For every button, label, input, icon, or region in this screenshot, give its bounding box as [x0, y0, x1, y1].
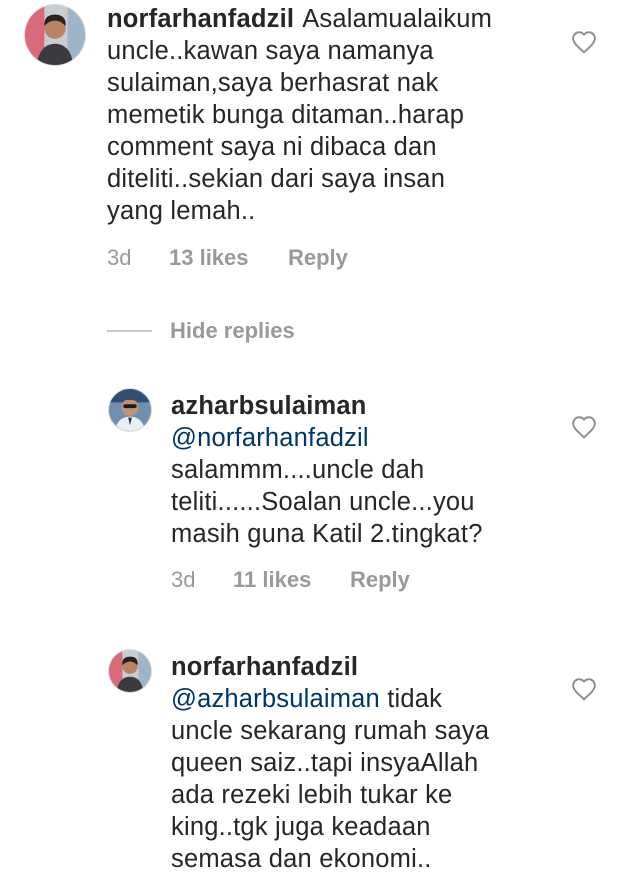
- reply-line: teliti......Soalan uncle...you: [171, 488, 475, 516]
- reply-username[interactable]: azharbsulaiman: [171, 392, 367, 420]
- like-heart-icon[interactable]: [571, 677, 597, 701]
- comment-likes[interactable]: 13 likes: [169, 245, 288, 271]
- reply-line: uncle sekarang rumah saya: [171, 717, 490, 745]
- reply-line: masih guna Katil 2.tingkat?: [171, 520, 483, 548]
- hide-replies-label: Hide replies: [170, 318, 295, 343]
- reply-line: ada rezeki lebih tukar ke: [171, 781, 453, 809]
- reply-likes[interactable]: 11 likes: [233, 567, 350, 593]
- user-photo-icon: [109, 650, 151, 692]
- reply-meta: 3d 11 likes Reply: [171, 567, 410, 593]
- comment-line: diteliti..sekian dari saya insan: [107, 165, 446, 193]
- reply-text: norfarhanfadzil @azharbsulaiman tidak un…: [171, 651, 621, 875]
- comment-username[interactable]: norfarhanfadzil: [107, 5, 294, 33]
- comment-line: yang lemah..: [107, 197, 256, 225]
- avatar[interactable]: [108, 649, 152, 693]
- user-photo-icon: [109, 389, 151, 431]
- reply-text: azharbsulaiman @norfarhanfadzil salammm.…: [171, 390, 621, 550]
- comment-line: sulaiman,saya berhasrat nak: [107, 69, 439, 97]
- like-heart-icon[interactable]: [571, 415, 597, 439]
- avatar[interactable]: [108, 388, 152, 432]
- comment-meta: 3d 13 likes Reply: [107, 245, 348, 271]
- comment-line: comment saya ni dibaca dan: [107, 133, 437, 161]
- mention-link[interactable]: @norfarhanfadzil: [171, 424, 369, 452]
- hide-replies-button[interactable]: Hide replies: [107, 316, 295, 346]
- reply-time: 3d: [171, 567, 196, 592]
- reply-button[interactable]: Reply: [288, 245, 348, 271]
- reply-button[interactable]: Reply: [350, 567, 410, 593]
- reply-line: queen saiz..tapi insyaAllah: [171, 749, 479, 777]
- divider: [107, 330, 152, 332]
- comment-time: 3d: [107, 245, 132, 270]
- comment-line: uncle..kawan saya namanya: [107, 37, 434, 65]
- comment-text: norfarhanfadzil Asalamualaikum uncle..kaw…: [107, 3, 627, 227]
- reply-line: salammm....uncle dah: [171, 456, 425, 484]
- reply-username[interactable]: norfarhanfadzil: [171, 653, 358, 681]
- like-heart-icon[interactable]: [571, 30, 597, 54]
- reply-line: tidak: [387, 685, 443, 713]
- comment-line: Asalamualaikum: [302, 5, 493, 33]
- mention-link[interactable]: @azharbsulaiman: [171, 685, 380, 713]
- user-photo-icon: [25, 5, 85, 65]
- reply-line: semasa dan ekonomi..: [171, 845, 432, 873]
- reply-line: king..tgk juga keadaan: [171, 813, 431, 841]
- comment-line: memetik bunga ditaman..harap: [107, 101, 465, 129]
- avatar[interactable]: [24, 4, 86, 66]
